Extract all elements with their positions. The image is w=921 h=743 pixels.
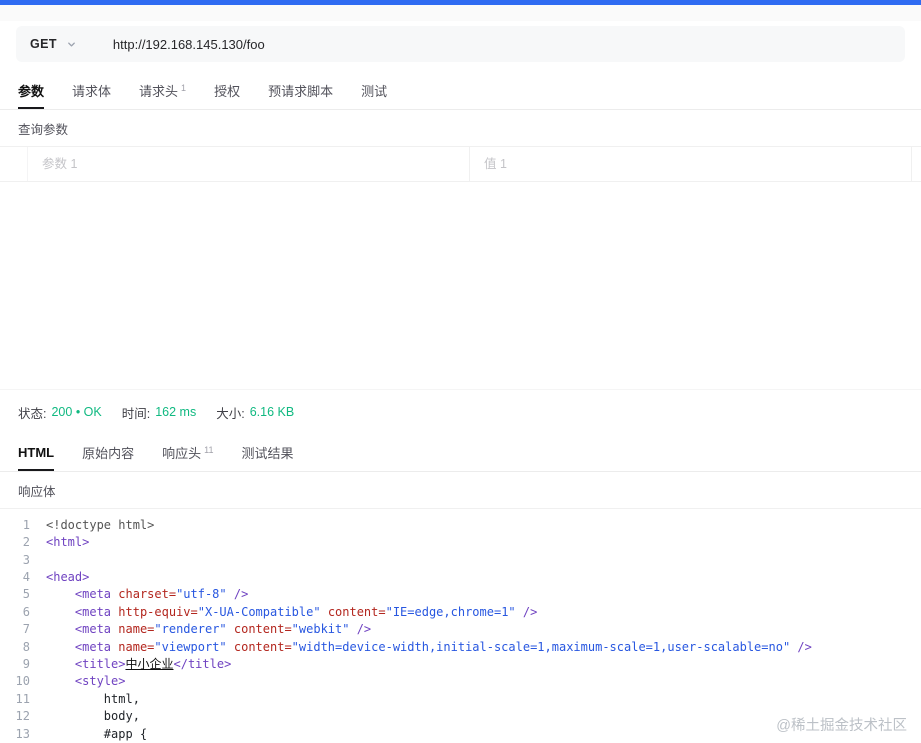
code-line: 1 <!doctype html> bbox=[0, 517, 921, 534]
param-row bbox=[0, 147, 921, 182]
response-tabs: HTML 原始内容 响应头 11 测试结果 bbox=[0, 434, 921, 472]
code-line-content: <html> bbox=[46, 535, 90, 550]
line-number: 13 bbox=[15, 726, 30, 741]
line-number: 1 bbox=[22, 517, 30, 532]
tab-response-headers[interactable]: 响应头 11 bbox=[162, 434, 213, 471]
watermark: @稀土掘金技术社区 bbox=[776, 718, 907, 734]
tab-tests[interactable]: 测试 bbox=[361, 72, 387, 109]
code-line: 10 <style> bbox=[0, 673, 921, 690]
response-status: 状态: 200 • OK bbox=[18, 403, 102, 422]
code-line: 11 html, bbox=[0, 691, 921, 708]
response-meta: 状态: 200 • OK 时间: 162 ms 大小: 6.16 KB bbox=[0, 388, 921, 434]
code-line-content bbox=[46, 552, 53, 569]
tab-test-results[interactable]: 测试结果 bbox=[241, 434, 293, 471]
tab-authorization[interactable]: 授权 bbox=[214, 72, 240, 109]
code-line: 6 <meta http-equiv="X-UA-Compatible" con… bbox=[0, 604, 921, 621]
header-strip bbox=[0, 5, 921, 21]
code-line-content: <title>中小企业</title> bbox=[74, 656, 232, 671]
time-label: 时间: bbox=[121, 406, 151, 421]
response-size: 大小: 6.16 KB bbox=[216, 403, 294, 422]
param-row-handle bbox=[0, 147, 28, 181]
response-body-code[interactable]: 1 <!doctype html> 2 <html> 3 4 <head> 5 <meta … bbox=[0, 509, 921, 743]
param-key-input[interactable] bbox=[28, 147, 470, 181]
tab-label: HTML bbox=[18, 444, 55, 460]
url-input[interactable] bbox=[112, 36, 891, 52]
response-body-label: 响应体 bbox=[0, 472, 921, 509]
size-value: 6.16 KB bbox=[249, 405, 295, 420]
line-number: 2 bbox=[22, 535, 30, 550]
code-line: 2 <html> bbox=[0, 534, 921, 551]
tab-label: 测试结果 bbox=[241, 445, 294, 461]
tab-label: 预请求脚本 bbox=[268, 84, 334, 99]
tab-label: 测试 bbox=[361, 84, 388, 99]
tab-pre-request-script[interactable]: 预请求脚本 bbox=[268, 72, 333, 109]
line-number: 11 bbox=[15, 691, 30, 706]
status-label: 状态: bbox=[18, 406, 47, 421]
param-row-end bbox=[911, 147, 921, 181]
code-line: 3 bbox=[0, 552, 921, 569]
tab-label: 响应头 bbox=[162, 445, 202, 461]
code-line-content: <head> bbox=[46, 569, 90, 584]
line-number: 12 bbox=[15, 709, 30, 724]
line-number: 10 bbox=[15, 674, 30, 689]
code-line-content: <meta name="viewport" content="width=dev… bbox=[74, 639, 812, 654]
response-time: 时间: 162 ms bbox=[122, 403, 196, 422]
line-number: 5 bbox=[22, 587, 30, 602]
tab-params[interactable]: 参数 bbox=[18, 72, 45, 109]
query-params-label: 查询参数 bbox=[0, 110, 921, 147]
tab-count-badge: 1 bbox=[181, 83, 187, 93]
tab-label: 请求体 bbox=[72, 84, 112, 99]
method-selector[interactable]: GET bbox=[30, 37, 85, 51]
line-number: 6 bbox=[22, 604, 30, 619]
line-number: 9 bbox=[22, 656, 30, 671]
tab-label: 原始内容 bbox=[82, 445, 135, 461]
tab-label: 参数 bbox=[18, 84, 45, 99]
tab-count-badge: 11 bbox=[204, 444, 214, 455]
chevron-down-icon bbox=[68, 42, 75, 46]
code-line: 4 <head> bbox=[0, 569, 921, 586]
code-line: 9 <title>中小企业</title> bbox=[0, 656, 921, 673]
empty-space bbox=[0, 182, 921, 389]
code-line-content: <!doctype html> bbox=[46, 517, 155, 532]
api-client-window: GET 参数 请求体 请求头1 授权 预请求脚本 测试 查询参数 状态: 200… bbox=[0, 0, 921, 743]
code-line-content: <meta name="renderer" content="webkit" /… bbox=[74, 622, 372, 637]
code-line: 7 <meta name="renderer" content="webkit"… bbox=[0, 621, 921, 638]
line-number: 4 bbox=[22, 569, 30, 584]
code-line-content: #app { bbox=[46, 726, 148, 741]
time-value: 162 ms bbox=[155, 405, 197, 420]
method-label: GET bbox=[30, 37, 57, 51]
code-line-content: html, bbox=[46, 691, 140, 706]
param-value-input[interactable] bbox=[470, 147, 911, 181]
line-number: 8 bbox=[22, 639, 30, 654]
code-line-content: body, bbox=[46, 709, 140, 724]
tab-request-body[interactable]: 请求体 bbox=[72, 72, 111, 109]
tab-html[interactable]: HTML bbox=[18, 434, 55, 471]
tab-label: 请求头 bbox=[139, 84, 179, 99]
request-bar: GET bbox=[16, 26, 905, 62]
code-line: 8 <meta name="viewport" content="width=d… bbox=[0, 639, 921, 656]
request-tabs: 参数 请求体 请求头 1 授权 预请求脚本 测试 bbox=[0, 72, 921, 110]
code-lines: 1 <!doctype html> 2 <html> 3 4 <head> 5 <meta … bbox=[0, 517, 921, 743]
tab-request-headers[interactable]: 请求头 1 bbox=[139, 72, 186, 109]
line-number: 7 bbox=[22, 622, 30, 637]
code-line-content: <meta charset="utf-8" /> bbox=[74, 587, 249, 602]
code-line-content: <meta http-equiv="X-UA-Compatible" conte… bbox=[74, 604, 538, 619]
code-line: 5 <meta charset="utf-8" /> bbox=[0, 586, 921, 603]
status-value: 200 • OK bbox=[51, 405, 102, 420]
code-line-content: <style> bbox=[74, 674, 126, 689]
tab-label: 授权 bbox=[214, 84, 241, 99]
tab-raw-content[interactable]: 原始内容 bbox=[82, 434, 134, 471]
size-label: 大小: bbox=[216, 406, 245, 421]
line-number: 3 bbox=[22, 552, 30, 567]
